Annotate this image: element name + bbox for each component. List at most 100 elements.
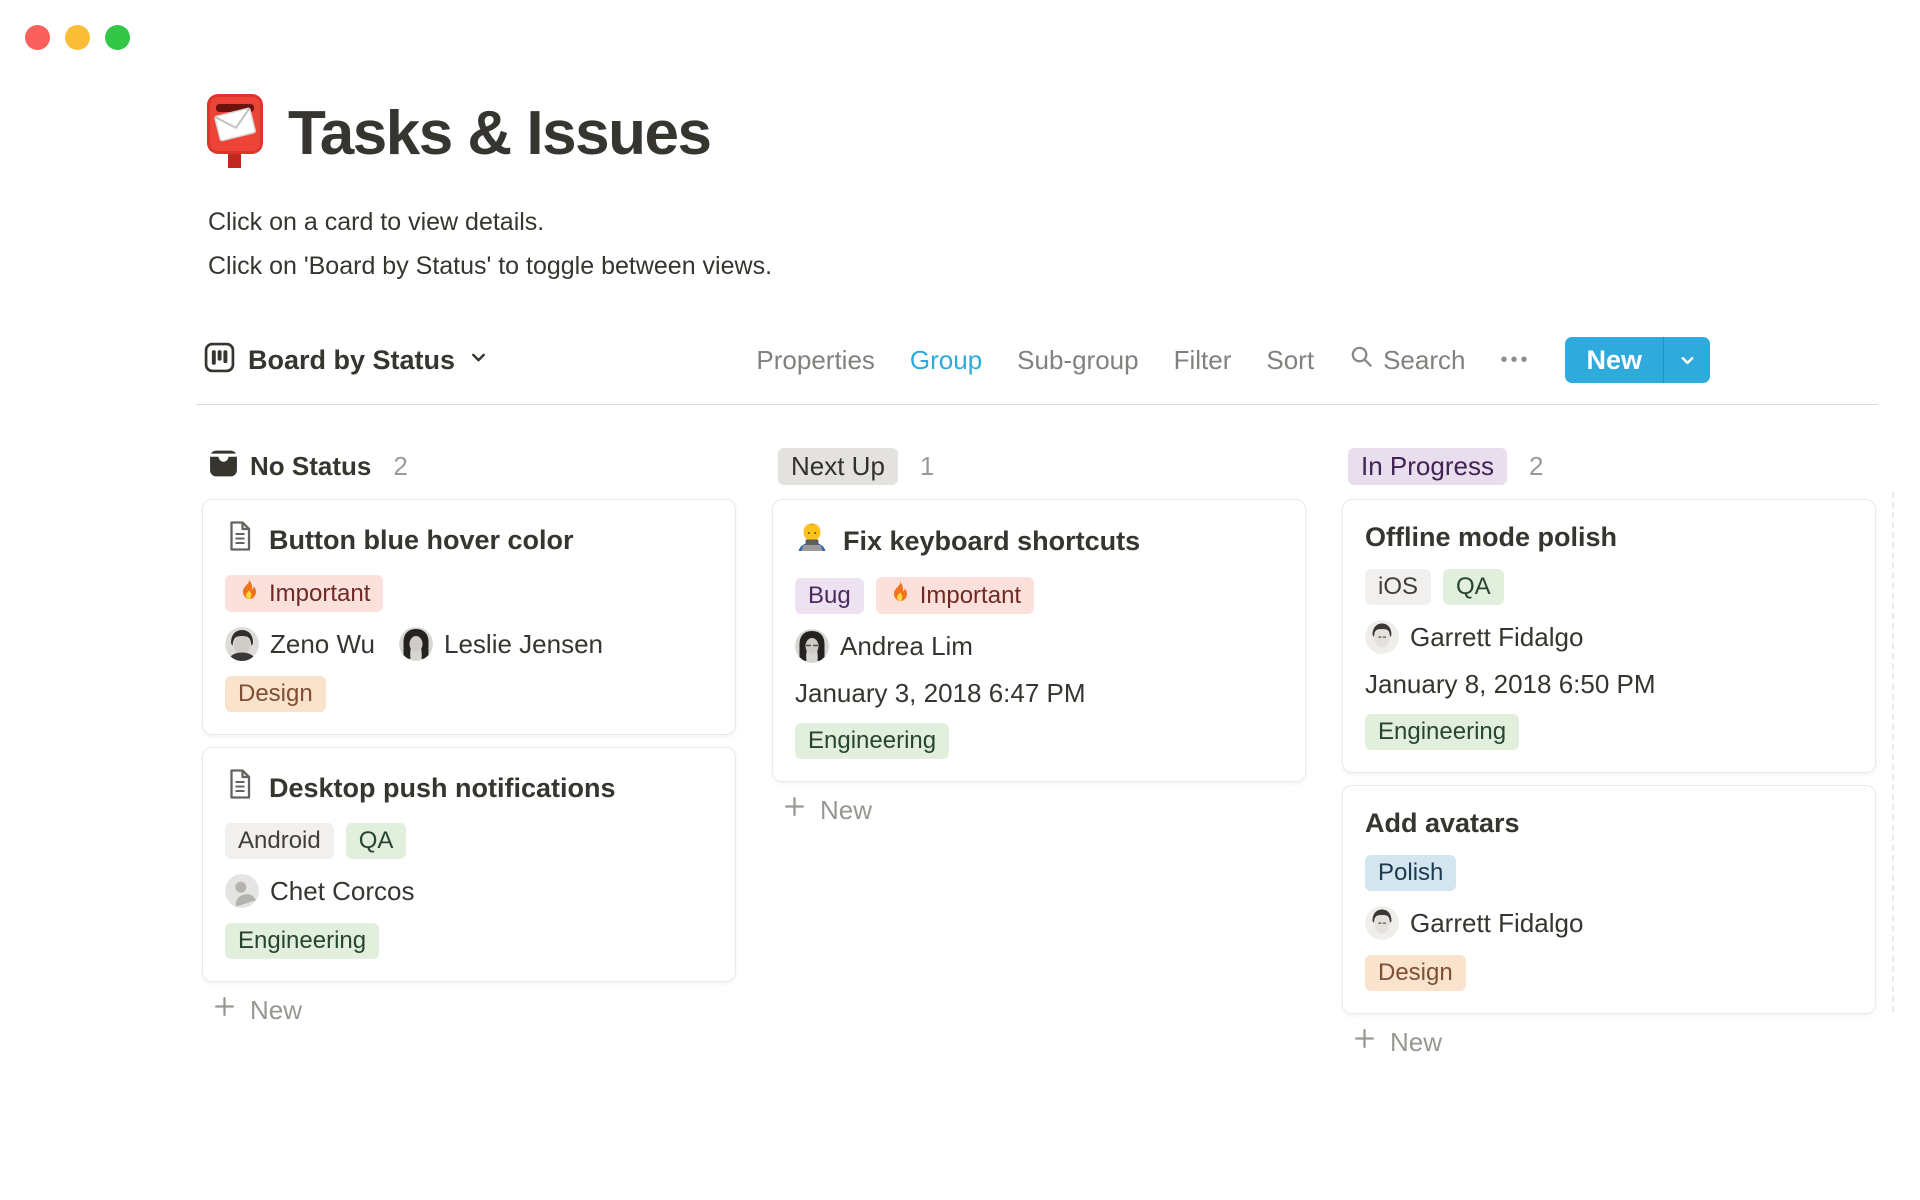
avatar xyxy=(1365,906,1399,940)
subtitle-line-1: Click on a card to view details. xyxy=(208,208,545,236)
view-switcher[interactable]: Board by Status xyxy=(204,342,489,378)
column-header[interactable]: In Progress 2 xyxy=(1342,447,1876,485)
inbox-icon xyxy=(208,448,239,484)
tag-qa: QA xyxy=(345,823,407,859)
view-switcher-label: Board by Status xyxy=(248,344,456,375)
add-card-label: New xyxy=(820,794,873,825)
tag-qa: QA xyxy=(1443,569,1504,605)
toolbar-divider xyxy=(196,404,1878,405)
plus-icon xyxy=(782,794,807,826)
card-date: January 3, 2018 6:47 PM xyxy=(795,678,1086,708)
person-name: Chet Corcos xyxy=(270,875,415,906)
page-icon xyxy=(225,768,255,808)
close-window-button[interactable] xyxy=(25,25,50,50)
column-header[interactable]: Next Up 1 xyxy=(772,447,1306,485)
avatar-placeholder xyxy=(225,874,259,908)
tag-label: Important xyxy=(269,579,371,607)
card-add-avatars[interactable]: Add avatars Polish Garrett Fidalgo Desig… xyxy=(1342,785,1876,1014)
tag-label: iOS xyxy=(1378,573,1419,600)
card-button-blue-hover-color[interactable]: Button blue hover color Important Zeno W… xyxy=(202,499,736,735)
page-icon xyxy=(225,520,255,560)
add-card-button[interactable]: New xyxy=(202,994,736,1026)
more-options-button[interactable]: ••• xyxy=(1500,349,1530,372)
card-title: Button blue hover color xyxy=(269,525,574,555)
add-card-label: New xyxy=(250,994,303,1025)
tag-ios: iOS xyxy=(1365,569,1432,605)
page-title: Tasks & Issues xyxy=(288,99,712,168)
fire-icon xyxy=(889,579,911,612)
zoom-window-button[interactable] xyxy=(105,25,130,50)
person-zeno-wu: Zeno Wu xyxy=(225,627,375,661)
person-garrett-fidalgo: Garrett Fidalgo xyxy=(1365,620,1583,654)
card-title: Desktop push notifications xyxy=(269,773,616,803)
card-desktop-push-notifications[interactable]: Desktop push notifications Android QA Ch… xyxy=(202,747,736,982)
tag-important: Important xyxy=(875,577,1035,614)
new-button[interactable]: New xyxy=(1565,337,1710,383)
column-no-status: No Status 2 Button blue hover color Impo… xyxy=(202,441,736,1058)
person-name: Andrea Lim xyxy=(840,630,973,661)
tag-label: Polish xyxy=(1378,859,1444,886)
page-header: Tasks & Issues xyxy=(204,92,712,175)
column-count: 1 xyxy=(919,450,935,481)
person-name: Garrett Fidalgo xyxy=(1410,907,1584,938)
group-menu-item[interactable]: Group xyxy=(910,345,982,376)
plus-icon xyxy=(212,994,237,1026)
column-header[interactable]: No Status 2 xyxy=(202,447,736,485)
add-card-button[interactable]: New xyxy=(1342,1026,1876,1058)
tag-label: Engineering xyxy=(1378,718,1507,745)
tag-label: Design xyxy=(1378,959,1453,986)
search-label: Search xyxy=(1383,344,1466,375)
person-garrett-fidalgo: Garrett Fidalgo xyxy=(1365,906,1583,940)
person-name: Leslie Jensen xyxy=(444,628,604,659)
card-offline-mode-polish[interactable]: Offline mode polish iOS QA Garrett Fidal… xyxy=(1342,499,1876,773)
fire-icon xyxy=(238,577,260,610)
tag-label: Bug xyxy=(808,581,851,609)
technologist-emoji-icon xyxy=(795,520,829,562)
person-name: Zeno Wu xyxy=(270,628,376,659)
tag-label: Engineering xyxy=(238,927,367,954)
tag-important: Important xyxy=(225,575,384,612)
sort-menu-item[interactable]: Sort xyxy=(1266,345,1314,376)
card-title: Fix keyboard shortcuts xyxy=(843,526,1141,556)
tag-android: Android xyxy=(225,823,334,859)
board-view-icon xyxy=(204,342,235,378)
person-leslie-jensen: Leslie Jensen xyxy=(399,627,603,661)
tag-engineering: Engineering xyxy=(225,923,380,959)
person-chet-corcos: Chet Corcos xyxy=(225,874,415,908)
toolbar-menu: Properties Group Sub-group Filter Sort S… xyxy=(756,337,1710,383)
window-controls xyxy=(25,25,130,50)
subgroup-menu-item[interactable]: Sub-group xyxy=(1017,345,1138,376)
tag-label: Design xyxy=(238,680,313,707)
search-button[interactable]: Search xyxy=(1349,344,1465,376)
column-count: 2 xyxy=(393,450,408,481)
properties-menu-item[interactable]: Properties xyxy=(756,345,875,376)
chevron-down-icon xyxy=(468,347,489,373)
tag-label: Engineering xyxy=(808,727,937,754)
page-description: Click on a card to view details. Click o… xyxy=(208,200,772,288)
card-fix-keyboard-shortcuts[interactable]: Fix keyboard shortcuts Bug Important And… xyxy=(772,499,1306,782)
avatar xyxy=(225,627,259,661)
column-title: No Status xyxy=(250,450,372,481)
postbox-emoji-icon xyxy=(204,92,266,175)
tag-engineering: Engineering xyxy=(795,723,950,759)
kanban-board: No Status 2 Button blue hover color Impo… xyxy=(202,441,1876,1058)
new-button-label: New xyxy=(1586,344,1642,375)
column-in-progress: In Progress 2 Offline mode polish iOS QA xyxy=(1342,441,1876,1058)
tag-polish: Polish xyxy=(1365,855,1457,891)
add-card-button[interactable]: New xyxy=(772,794,1306,826)
hidden-column-edge xyxy=(1892,492,1894,1012)
tag-label: Important xyxy=(919,581,1022,609)
search-icon xyxy=(1349,344,1374,376)
minimize-window-button[interactable] xyxy=(65,25,90,50)
add-card-label: New xyxy=(1390,1026,1443,1057)
view-toolbar: Board by Status Properties Group Sub-gro… xyxy=(204,334,1710,386)
new-button-dropdown[interactable] xyxy=(1664,337,1710,383)
column-status-badge[interactable]: In Progress xyxy=(1348,447,1507,485)
card-title: Offline mode polish xyxy=(1365,522,1618,552)
column-status-badge[interactable]: Next Up xyxy=(778,447,898,485)
tag-design: Design xyxy=(225,676,326,712)
column-count: 2 xyxy=(1528,450,1544,481)
filter-menu-item[interactable]: Filter xyxy=(1174,345,1232,376)
person-name: Garrett Fidalgo xyxy=(1410,621,1584,652)
subtitle-line-2: Click on 'Board by Status' to toggle bet… xyxy=(208,252,773,280)
